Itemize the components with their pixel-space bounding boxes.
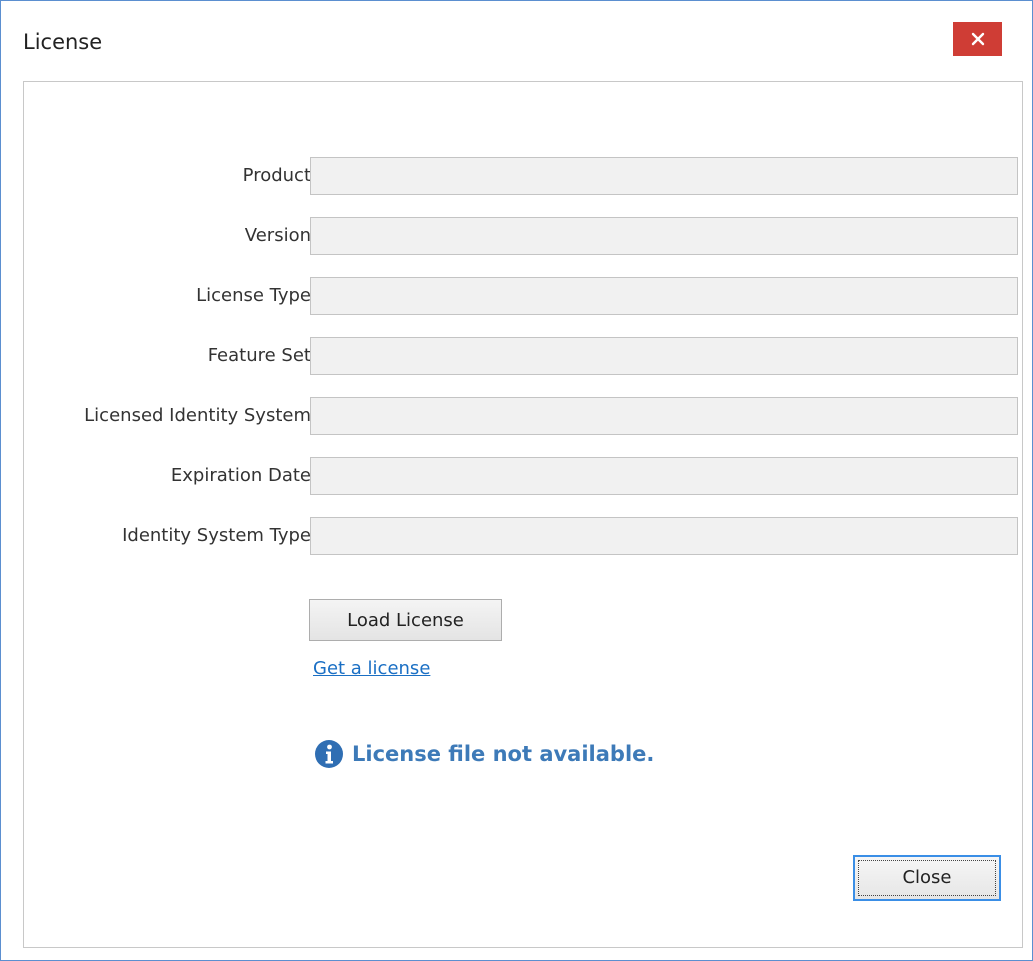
expiration-date-label: Expiration Date xyxy=(170,465,311,486)
identity-system-type-label: Identity System Type xyxy=(122,525,311,546)
license-type-field[interactable] xyxy=(310,277,1018,315)
field-row-feature-set: Feature Set xyxy=(24,337,1022,375)
status-message: License file not available. xyxy=(352,742,655,766)
field-row-license-type: License Type xyxy=(24,277,1022,315)
license-status: License file not available. xyxy=(314,738,654,770)
title-bar: License xyxy=(1,1,1032,81)
product-field[interactable] xyxy=(310,157,1018,195)
field-row-version: Version xyxy=(24,217,1022,255)
field-row-identity-system-type: Identity System Type xyxy=(24,517,1022,555)
identity-system-type-field[interactable] xyxy=(310,517,1018,555)
version-field[interactable] xyxy=(310,217,1018,255)
load-license-button[interactable]: Load License xyxy=(309,599,502,641)
window-title: License xyxy=(23,30,103,54)
licensed-identity-system-label: Licensed Identity System xyxy=(84,405,311,426)
info-icon xyxy=(315,740,343,768)
close-button-label: Close xyxy=(858,860,996,896)
field-row-expiration-date: Expiration Date xyxy=(24,457,1022,495)
title-close-button[interactable] xyxy=(953,22,1002,56)
field-row-licensed-identity-system: Licensed Identity System xyxy=(24,397,1022,435)
product-label: Product xyxy=(242,165,311,186)
get-license-link[interactable]: Get a license xyxy=(313,658,430,679)
field-row-product: Product xyxy=(24,157,1022,195)
close-button[interactable]: Close xyxy=(853,855,1001,901)
feature-set-field[interactable] xyxy=(310,337,1018,375)
dialog-content: Product Version License Type Feature Set… xyxy=(23,81,1023,948)
licensed-identity-system-field[interactable] xyxy=(310,397,1018,435)
version-label: Version xyxy=(244,225,311,246)
close-icon xyxy=(971,32,984,46)
expiration-date-field[interactable] xyxy=(310,457,1018,495)
feature-set-label: Feature Set xyxy=(207,345,311,366)
license-dialog: License Product Version License Type Fea… xyxy=(0,0,1033,961)
license-type-label: License Type xyxy=(196,285,311,306)
